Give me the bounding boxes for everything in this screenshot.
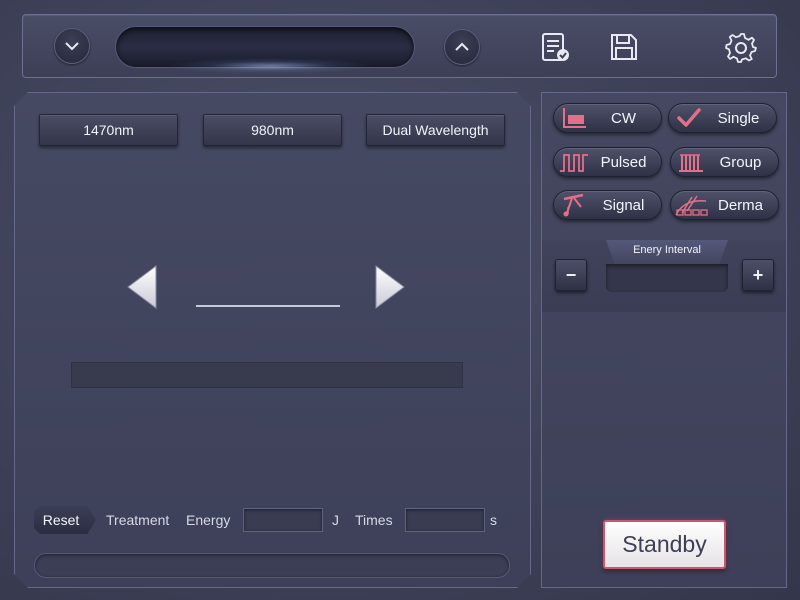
group-bars-icon (679, 154, 703, 172)
standby-button[interactable]: Standby (603, 520, 726, 569)
energy-interval-title: Enery Interval (633, 244, 701, 256)
gear-icon (725, 33, 757, 63)
report-button[interactable] (538, 30, 572, 64)
pulse-wave-icon (560, 154, 588, 172)
checkmark-icon (677, 108, 701, 127)
mode-cw-label: CW (611, 109, 636, 127)
scroll-up-button[interactable] (444, 29, 480, 65)
mode-single-label: Single (717, 109, 760, 127)
mode-derma-button[interactable]: Derma (670, 190, 779, 220)
dual-wavelength-button[interactable]: Dual Wavelength (366, 114, 505, 146)
mode-display (115, 26, 415, 68)
mode-signal-label: Signal (602, 196, 645, 214)
mode-signal-button[interactable]: Signal (553, 190, 662, 220)
reset-button[interactable]: Reset (34, 506, 96, 534)
progress-track (34, 553, 510, 578)
energy-increase-button[interactable]: + (742, 259, 774, 291)
level-bar (71, 362, 463, 388)
mode-derma-label: Derma (717, 196, 763, 214)
scroll-down-button[interactable] (54, 28, 90, 64)
value-underline (196, 305, 340, 307)
times-input[interactable] (405, 508, 485, 532)
mode-pulsed-button[interactable]: Pulsed (553, 147, 662, 177)
treatment-label: Treatment (106, 512, 170, 528)
energy-input[interactable] (243, 508, 323, 532)
energy-decrease-button[interactable]: − (555, 259, 587, 291)
energy-label: Energy (186, 512, 231, 528)
mode-single-button[interactable]: Single (668, 103, 777, 133)
save-button[interactable] (607, 30, 641, 64)
chevron-up-icon (455, 42, 469, 51)
cw-chart-icon (563, 108, 586, 128)
settings-button[interactable] (724, 30, 758, 64)
chevron-down-icon (65, 42, 79, 51)
report-check-icon (542, 33, 569, 61)
wavelength-980-button[interactable]: 980nm (203, 114, 342, 146)
energy-unit: J (332, 512, 339, 528)
mode-cw-button[interactable]: CW (553, 103, 662, 133)
signal-music-icon (563, 193, 584, 217)
times-unit: s (490, 512, 497, 528)
previous-arrow-icon[interactable] (126, 264, 158, 310)
energy-interval-value (606, 264, 728, 292)
derma-icon (675, 195, 708, 216)
floppy-save-icon (611, 34, 637, 60)
times-label: Times (355, 512, 393, 528)
mode-pulsed-label: Pulsed (600, 153, 647, 171)
mode-group-button[interactable]: Group (670, 147, 779, 177)
wavelength-1470-button[interactable]: 1470nm (39, 114, 178, 146)
next-arrow-icon[interactable] (374, 264, 406, 310)
mode-group-label: Group (719, 153, 762, 171)
